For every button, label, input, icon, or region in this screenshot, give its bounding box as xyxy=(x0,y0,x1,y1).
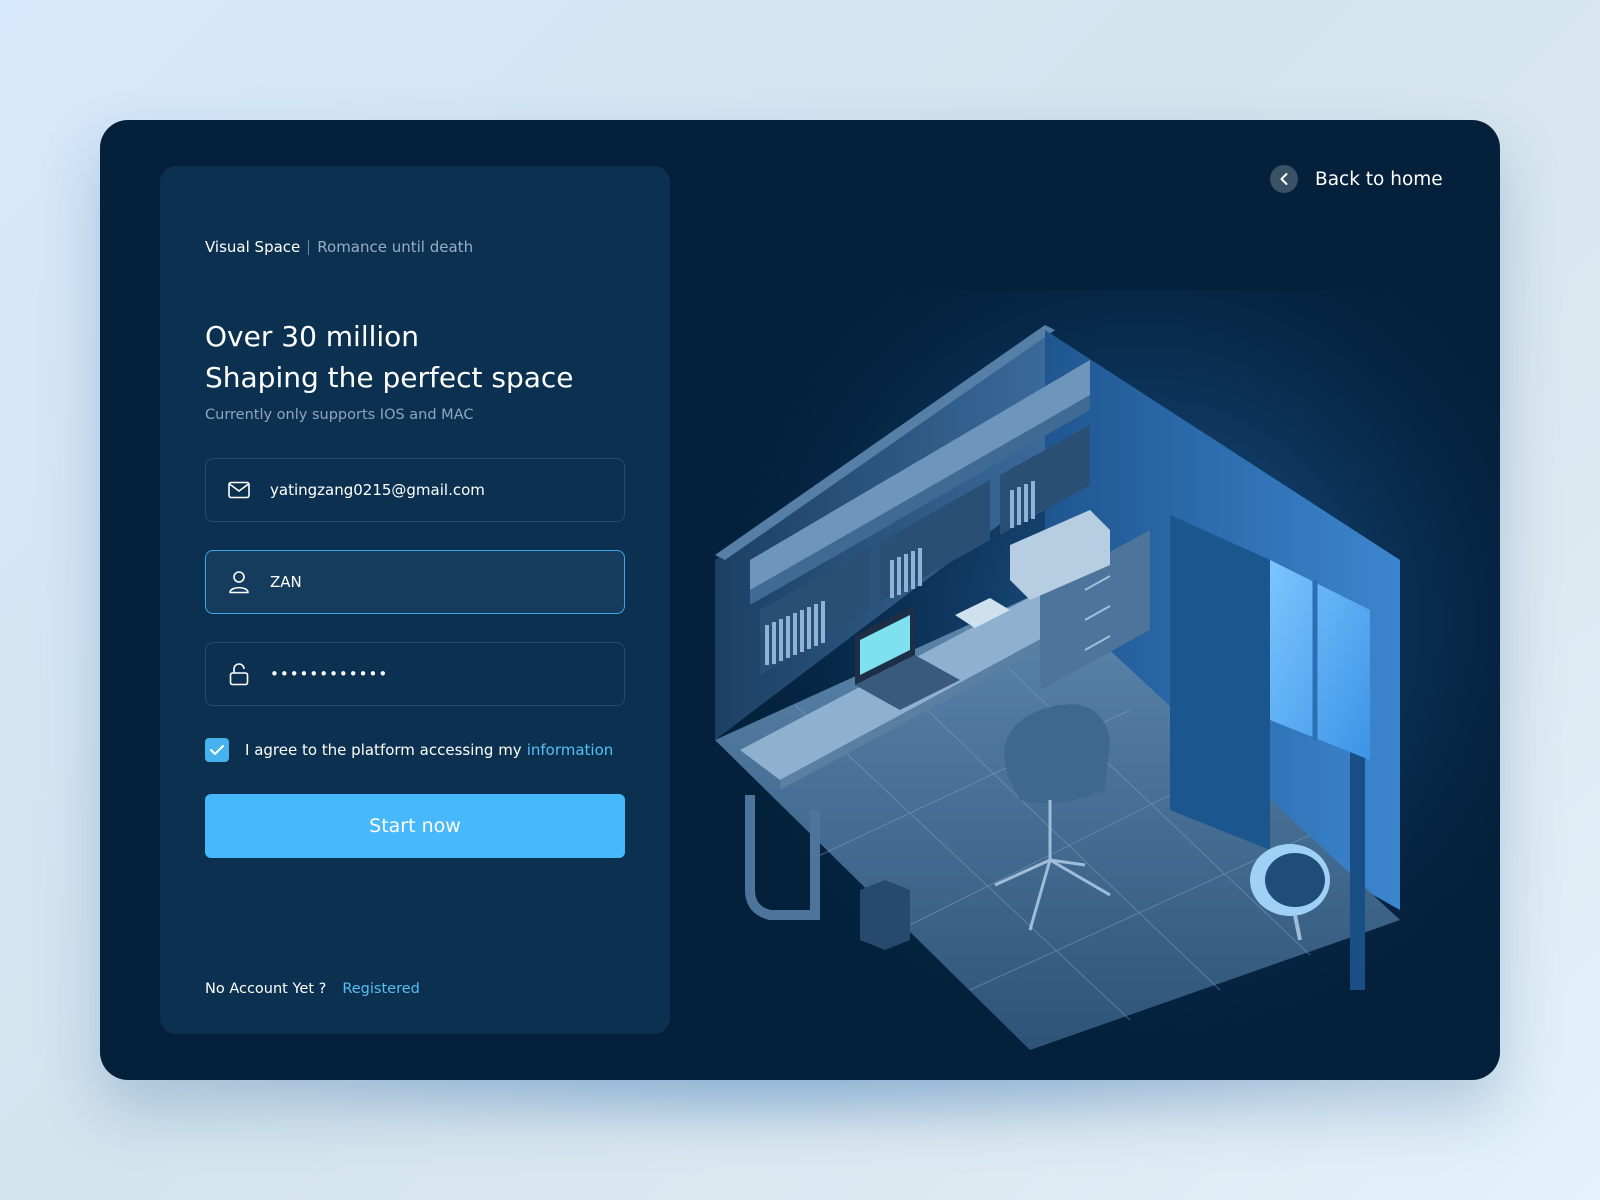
username-input[interactable] xyxy=(270,573,600,591)
waste-bin xyxy=(860,880,910,950)
agree-row: I agree to the platform accessing my inf… xyxy=(205,738,613,762)
start-now-button[interactable]: Start now xyxy=(205,794,625,858)
curtain xyxy=(1170,515,1270,850)
back-to-home-link[interactable]: Back to home xyxy=(1270,165,1443,193)
password-field[interactable] xyxy=(205,642,625,706)
brand-tagline: Romance until death xyxy=(317,238,474,256)
username-field[interactable] xyxy=(205,550,625,614)
brand-divider xyxy=(308,239,310,255)
password-input[interactable] xyxy=(270,665,600,683)
login-window: Visual Space Romance until death Over 30… xyxy=(100,120,1500,1080)
email-input[interactable] xyxy=(270,481,600,499)
email-field[interactable] xyxy=(205,458,625,522)
register-link[interactable]: Registered xyxy=(342,981,420,997)
information-link[interactable]: information xyxy=(527,741,614,759)
signup-prompt: No Account Yet ? Registered xyxy=(205,981,420,997)
back-to-home-label: Back to home xyxy=(1315,168,1443,190)
user-icon xyxy=(228,571,250,594)
login-panel: Visual Space Romance until death Over 30… xyxy=(160,166,670,1034)
chevron-left-icon xyxy=(1270,165,1298,193)
isometric-room-illustration xyxy=(710,290,1500,1080)
title-line-2: Shaping the perfect space xyxy=(205,361,574,394)
page-subtitle: Currently only supports IOS and MAC xyxy=(205,407,474,423)
brand-name: Visual Space xyxy=(205,238,301,256)
brand: Visual Space Romance until death xyxy=(205,238,473,256)
no-account-text: No Account Yet ? xyxy=(205,981,327,997)
agree-checkbox[interactable] xyxy=(205,738,229,762)
mail-icon xyxy=(228,479,250,501)
page-title: Over 30 million Shaping the perfect spac… xyxy=(205,316,574,398)
agree-label: I agree to the platform accessing my xyxy=(245,741,522,759)
check-icon xyxy=(210,745,224,755)
title-line-1: Over 30 million xyxy=(205,320,420,353)
lock-icon xyxy=(228,663,250,686)
